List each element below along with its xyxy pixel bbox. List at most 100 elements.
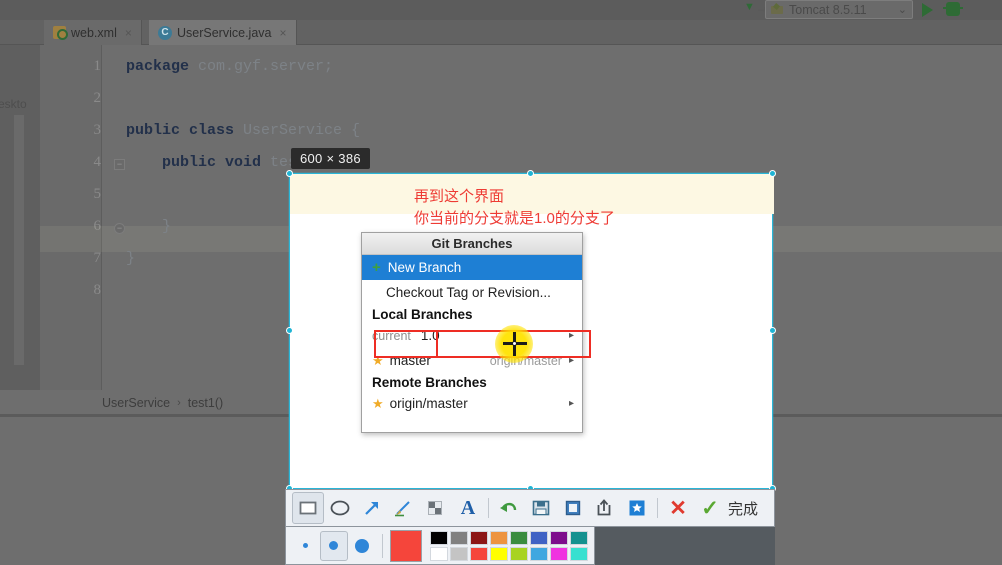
breadcrumb[interactable]: UserService › test1()	[102, 392, 223, 414]
color-swatch[interactable]	[490, 530, 508, 545]
copy-button[interactable]	[557, 492, 589, 524]
resize-handle-top-center[interactable]	[527, 170, 534, 177]
annotation-line-1: 再到这个界面	[414, 188, 505, 205]
resize-handle-middle-right[interactable]	[769, 327, 776, 334]
color-swatch[interactable]	[490, 546, 508, 561]
color-swatch[interactable]	[550, 546, 568, 561]
color-swatch[interactable]	[470, 530, 488, 545]
color-swatch[interactable]	[530, 546, 548, 561]
share-button[interactable]	[589, 492, 621, 524]
breadcrumb-method[interactable]: test1()	[188, 396, 223, 410]
branch-item-master[interactable]: ★ master origin/master ▸	[362, 348, 582, 373]
code-line-7: }	[126, 250, 136, 267]
tab-web-xml[interactable]: web.xml ×	[44, 20, 142, 45]
chevron-right-icon[interactable]: ▸	[569, 355, 574, 366]
tab-label: UserService.java	[177, 25, 272, 40]
menu-item-label: New Branch	[387, 260, 462, 275]
fold-collapse-icon[interactable]: −	[114, 159, 125, 170]
cancel-button[interactable]: ✕	[662, 492, 694, 524]
code-line-3: public class UserService {	[126, 122, 361, 139]
chevron-right-icon[interactable]: ▸	[569, 330, 574, 341]
toolbar-divider	[488, 498, 489, 518]
menu-item-label: Checkout Tag or Revision...	[386, 285, 551, 300]
brush-size-medium-icon	[329, 541, 339, 550]
popup-title: Git Branches	[362, 233, 582, 255]
close-icon[interactable]: ×	[125, 26, 132, 40]
color-swatch-grid[interactable]	[430, 530, 588, 561]
breadcrumb-class[interactable]: UserService	[102, 396, 170, 410]
branch-item-1-0[interactable]: current 1.0 ▸	[362, 323, 582, 348]
close-icon[interactable]: ×	[279, 26, 286, 40]
resize-handle-top-right[interactable]	[769, 170, 776, 177]
breadcrumb-separator: ›	[177, 397, 181, 409]
color-swatch[interactable]	[510, 530, 528, 545]
annotation-text: 再到这个界面 你当前的分支就是1.0的分支了	[414, 186, 615, 230]
java-class-icon: C	[158, 25, 172, 40]
confirm-button[interactable]: ✓	[694, 492, 726, 524]
palette-bar[interactable]	[285, 527, 595, 565]
debug-icon[interactable]	[943, 2, 963, 16]
menu-item-new-branch[interactable]: + New Branch	[362, 255, 582, 280]
color-swatch[interactable]	[450, 546, 468, 561]
line-number: 5	[93, 186, 102, 202]
rectangle-tool[interactable]	[292, 492, 324, 524]
fold-collapse-icon[interactable]: −	[114, 223, 125, 234]
save-button[interactable]	[525, 492, 557, 524]
size-medium-button[interactable]	[319, 530, 348, 561]
color-swatch[interactable]	[430, 546, 448, 561]
color-swatch[interactable]	[450, 530, 468, 545]
chevron-down-icon[interactable]: ⌄	[898, 3, 907, 16]
branch-item-origin-master[interactable]: ★ origin/master ▸	[362, 391, 582, 416]
editor-gutter: 1 2 3 4 5 6 7 8	[40, 45, 102, 390]
branch-name: master	[389, 353, 431, 368]
confirm-label[interactable]: 完成	[728, 498, 758, 519]
line-number: 3	[93, 122, 102, 138]
mosaic-tool[interactable]	[420, 492, 452, 524]
line-number: 1	[93, 58, 102, 74]
line-number: 7	[93, 250, 102, 266]
menu-item-checkout-tag-or-revision[interactable]: Checkout Tag or Revision...	[362, 280, 582, 305]
sidebar-label: eskto	[0, 97, 27, 111]
text-tool[interactable]: A	[452, 492, 484, 524]
chevron-right-icon[interactable]: ▸	[569, 398, 574, 409]
line-number: 2	[93, 90, 102, 106]
capture-toolbar[interactable]: A ✕ ✓ 完成	[285, 489, 775, 527]
code-line-6: }	[126, 218, 172, 235]
color-swatch[interactable]	[550, 530, 568, 545]
size-small-button[interactable]	[292, 531, 320, 561]
tab-user-service-java[interactable]: C UserService.java ×	[149, 20, 297, 45]
pin-button[interactable]	[621, 492, 653, 524]
color-swatch[interactable]	[470, 546, 488, 561]
git-branches-popup[interactable]: Git Branches + New Branch Checkout Tag o…	[361, 232, 583, 433]
brush-tool[interactable]	[388, 492, 420, 524]
color-swatch[interactable]	[430, 530, 448, 545]
ellipse-tool[interactable]	[324, 492, 356, 524]
line-number: 4	[93, 154, 102, 170]
project-sidebar[interactable]: eskto	[0, 45, 40, 390]
arrow-tool[interactable]	[356, 492, 388, 524]
xml-file-icon	[53, 26, 68, 40]
color-swatch[interactable]	[530, 530, 548, 545]
star-icon[interactable]: ★	[372, 353, 384, 369]
brush-size-small-icon	[303, 543, 309, 548]
plus-icon: +	[372, 259, 381, 276]
current-color-swatch[interactable]	[390, 529, 422, 562]
capture-size-badge: 600 × 386	[291, 148, 370, 169]
color-swatch[interactable]	[570, 530, 588, 545]
sort-icon: ▼	[744, 1, 755, 13]
size-large-button[interactable]	[348, 531, 376, 561]
undo-button[interactable]	[493, 492, 525, 524]
star-icon[interactable]: ★	[372, 396, 384, 412]
line-number: 8	[93, 282, 102, 298]
resize-handle-middle-left[interactable]	[286, 327, 293, 334]
color-swatch[interactable]	[570, 546, 588, 561]
close-icon: ✕	[669, 496, 687, 520]
run-icon[interactable]	[922, 3, 933, 17]
current-branch-tag: current	[372, 328, 411, 343]
color-swatch[interactable]	[510, 546, 528, 561]
run-configuration-selector[interactable]: Tomcat 8.5.11 ⌄	[765, 0, 913, 19]
ide-top-toolbar: ▼ ▁▃ Tomcat 8.5.11 ⌄	[0, 0, 1002, 20]
run-configuration-label: Tomcat 8.5.11	[789, 2, 867, 17]
resize-handle-top-left[interactable]	[286, 170, 293, 177]
palette-background-fill	[595, 527, 775, 565]
